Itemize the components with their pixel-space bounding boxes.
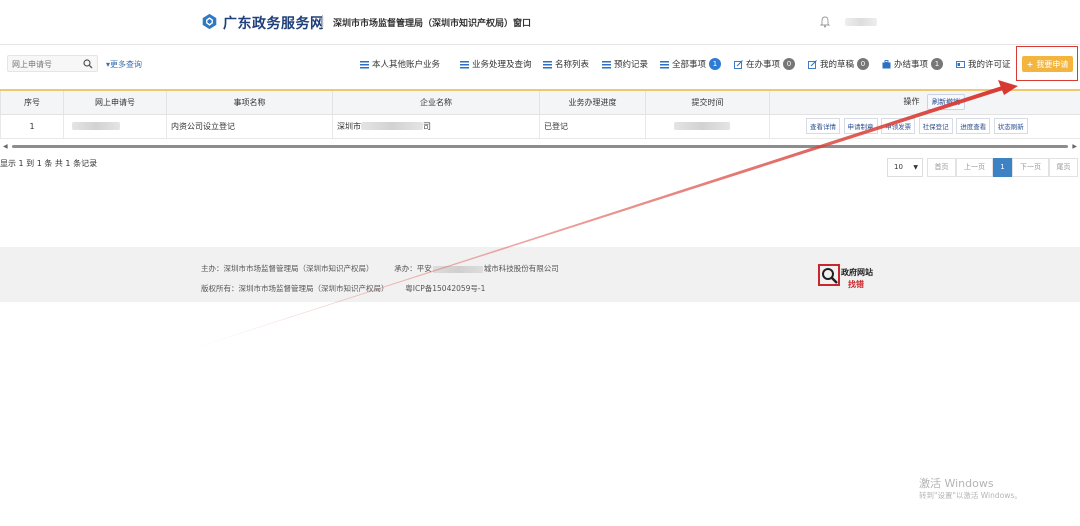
- nav-label: 本人其他账户业务: [372, 60, 441, 70]
- social-security-button[interactable]: 社保登记: [918, 118, 953, 134]
- column-header: 网上申请号: [63, 89, 167, 115]
- last-page-button[interactable]: 尾页: [1049, 158, 1078, 177]
- edit-icon: [808, 59, 817, 69]
- window-title: 深圳市市场监督管理局（深圳市知识产权局）窗口: [333, 19, 532, 29]
- refresh-status-button[interactable]: 状态刷新: [993, 118, 1028, 134]
- table-row: 1 内资公司设立登记 深圳市 司 已登记 查看详情 申请制章 申领发票 社保登记 …: [0, 113, 1080, 139]
- list-icon: [360, 60, 369, 68]
- footer-copyright-line: 版权所有：深圳市市场监督管理局（深圳市知识产权局） 粤ICP备15042059号…: [201, 283, 485, 294]
- nav-business-query[interactable]: 业务处理及查询: [460, 57, 532, 71]
- item-name: 内资公司设立登记: [166, 113, 333, 139]
- search-input[interactable]: [12, 58, 80, 70]
- view-progress-button[interactable]: 进度查看: [956, 118, 991, 134]
- count-badge: 1: [931, 58, 944, 70]
- nav-drafts[interactable]: 我的草稿 0: [808, 57, 870, 71]
- row-actions: 查看详情 申请制章 申领发票 社保登记 进度查看 状态刷新: [769, 113, 1080, 139]
- horizontal-scrollbar[interactable]: ◀ ▶: [0, 142, 1080, 150]
- prev-page-button[interactable]: 上一页: [956, 158, 993, 177]
- search-icon[interactable]: [83, 59, 93, 69]
- nav-label: 在办事项: [746, 60, 781, 70]
- chevron-down-icon: ▼: [913, 164, 918, 171]
- nav-label: 办结事项: [894, 60, 929, 70]
- view-details-button[interactable]: 查看详情: [806, 118, 840, 134]
- user-name-blurred[interactable]: [845, 18, 877, 26]
- company-name: 深圳市 司: [332, 113, 540, 139]
- list-icon: [602, 60, 611, 68]
- more-query-label: 更多查询: [110, 60, 143, 69]
- more-query-link[interactable]: ▾更多查询: [106, 59, 142, 70]
- nav-all-items[interactable]: 全部事项 1: [660, 57, 722, 71]
- footer-undertake-suffix: 城市科技股份有限公司: [483, 264, 559, 273]
- header-divider: [322, 15, 323, 28]
- apply-invoice-button[interactable]: 申领发票: [881, 118, 916, 134]
- scroll-left-icon[interactable]: ◀: [3, 143, 8, 150]
- next-page-button[interactable]: 下一页: [1012, 158, 1049, 177]
- footer-host: 主办：深圳市市场监督管理局（深圳市知识产权局）: [201, 264, 374, 273]
- header-separator: [0, 44, 1080, 45]
- page-footer: 主办：深圳市市场监督管理局（深圳市知识产权局） 承办：平安 城市科技股份有限公司 …: [0, 247, 1080, 302]
- briefcase-icon: [882, 59, 891, 68]
- nav-appointments[interactable]: 预约记录: [602, 57, 648, 71]
- footer-icp[interactable]: 粤ICP备15042059号-1: [405, 284, 485, 293]
- nav-label: 我的草稿: [820, 60, 855, 70]
- nav-my-licenses[interactable]: 我的许可证: [956, 57, 1011, 71]
- footer-copyright: 版权所有：深圳市市场监督管理局（深圳市知识产权局）: [201, 284, 389, 293]
- nav-label: 业务处理及查询: [472, 60, 532, 70]
- nav-label: 我的许可证: [968, 60, 1011, 70]
- column-header-label: 操作: [903, 97, 920, 107]
- nav-label: 全部事项: [672, 60, 707, 70]
- count-badge: 0: [783, 58, 796, 70]
- nav-completed[interactable]: 办结事项 1: [882, 57, 944, 71]
- scrollbar-thumb[interactable]: [12, 145, 1068, 148]
- nav-in-progress[interactable]: 在办事项 0: [734, 57, 796, 71]
- column-header: 序号: [0, 89, 64, 115]
- gov-site-label[interactable]: 政府网站: [841, 267, 873, 278]
- column-header-actions: 操作 刷新撤销: [769, 89, 1080, 115]
- windows-activation-title: 激活 Windows: [919, 477, 994, 490]
- pagination: 10 ▼ 首页 上一页 1 下一页 尾页: [0, 158, 1080, 177]
- column-header: 业务办理进度: [539, 89, 646, 115]
- company-prefix: 深圳市: [337, 121, 361, 131]
- table-header-row: 序号 网上申请号 事项名称 企业名称 业务办理进度 提交时间 操作 刷新撤销: [0, 89, 1080, 115]
- top-header: 广东政务服务网 深圳市市场监督管理局（深圳市知识产权局）窗口: [0, 0, 1080, 44]
- id-card-icon: [956, 60, 965, 68]
- highlight-annotation-box: [1016, 46, 1078, 81]
- list-icon: [460, 60, 469, 68]
- find-error-label[interactable]: 找错: [848, 279, 864, 290]
- company-suffix: 司: [423, 121, 431, 131]
- column-header: 提交时间: [645, 89, 770, 115]
- count-badge: 0: [857, 58, 870, 70]
- list-icon: [543, 60, 552, 68]
- count-badge: 1: [709, 58, 722, 70]
- windows-activation-hint: 转到"设置"以激活 Windows。: [919, 491, 1022, 500]
- progress-status: 已登记: [539, 113, 646, 139]
- nav-other-account[interactable]: 本人其他账户业务: [360, 57, 440, 71]
- nav-label: 预约记录: [614, 60, 649, 70]
- edit-icon: [734, 59, 743, 69]
- page-size-value: 10: [894, 163, 903, 171]
- search-box: [7, 55, 98, 72]
- first-page-button[interactable]: 首页: [927, 158, 956, 177]
- application-number-blurred: [63, 113, 167, 139]
- page-size-select[interactable]: 10 ▼: [887, 158, 923, 177]
- nav-name-list[interactable]: 名称列表: [543, 57, 589, 71]
- submit-time-blurred: [645, 113, 770, 139]
- list-icon: [660, 60, 669, 68]
- bell-icon[interactable]: [820, 16, 830, 28]
- site-title[interactable]: 广东政务服务网: [223, 13, 325, 33]
- column-header: 企业名称: [332, 89, 540, 115]
- scroll-right-icon[interactable]: ▶: [1072, 143, 1077, 150]
- row-index: 1: [0, 113, 64, 139]
- gov-site-logo-icon[interactable]: [818, 264, 840, 286]
- column-header: 事项名称: [166, 89, 333, 115]
- apply-seal-button[interactable]: 申请制章: [843, 118, 878, 134]
- footer-host-line: 主办：深圳市市场监督管理局（深圳市知识产权局） 承办：平安 城市科技股份有限公司: [201, 263, 559, 274]
- applications-table: 序号 网上申请号 事项名称 企业名称 业务办理进度 提交时间 操作 刷新撤销 1…: [0, 89, 1080, 139]
- refresh-button[interactable]: 刷新撤销: [927, 94, 965, 111]
- nav-label: 名称列表: [555, 60, 590, 70]
- logo-icon[interactable]: [201, 13, 218, 30]
- current-page-button[interactable]: 1: [993, 158, 1012, 177]
- footer-undertake-prefix: 承办：平安: [394, 264, 432, 273]
